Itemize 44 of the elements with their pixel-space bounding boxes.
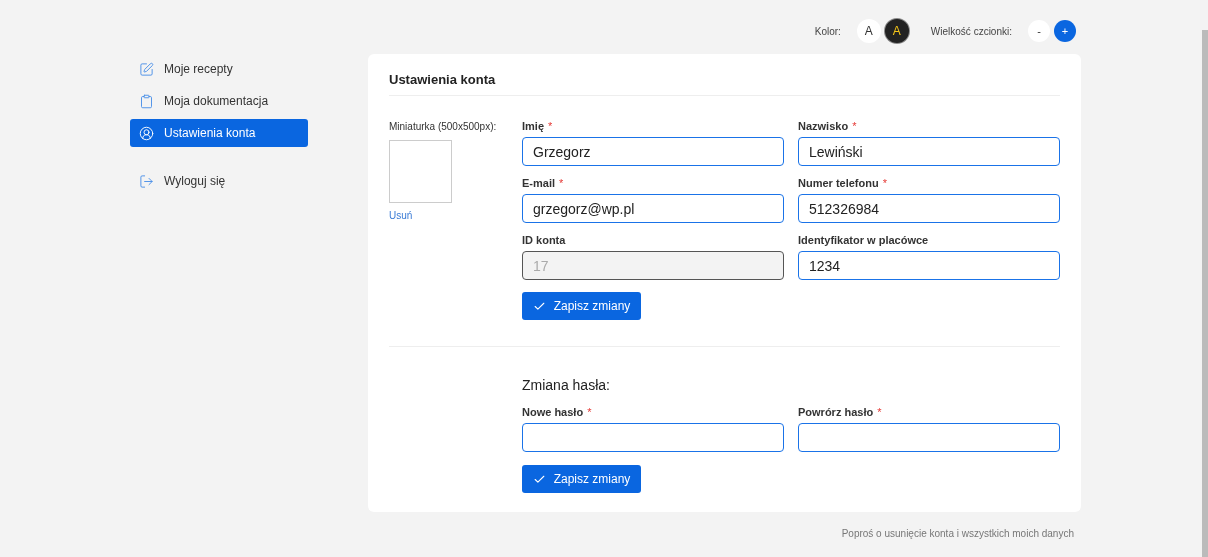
save-button[interactable]: Zapisz zmiany — [522, 465, 641, 493]
field-label: Imię — [522, 121, 544, 132]
input-field[interactable]: 512326984 — [798, 194, 1060, 223]
field-label: Powrórz hasło — [798, 407, 874, 418]
delete-account-link[interactable]: Poproś o usunięcie konta i wszystkich moich danych — [841, 526, 1074, 541]
field-label: E-mail — [522, 178, 555, 189]
input-field[interactable]: 1234 — [798, 251, 1060, 280]
font-size-label: Wielkość czcionki: — [930, 24, 1012, 39]
edit-icon — [139, 61, 154, 77]
required-mark: * — [559, 178, 564, 189]
remove-link[interactable]: Usuń — [389, 208, 522, 223]
color-label: Kolor: — [814, 24, 841, 39]
field-label: Nazwisko — [798, 121, 849, 132]
sidebar-item[interactable]: Ustawienia konta — [130, 119, 308, 147]
required-mark: * — [882, 178, 887, 189]
color-option[interactable]: A — [856, 19, 881, 43]
field-label: Numer telefonu — [798, 178, 879, 189]
font-increase-button[interactable]: + — [1054, 20, 1076, 42]
logout-icon — [139, 173, 154, 189]
input-field[interactable] — [798, 423, 1060, 452]
field-label: Nowe hasło — [522, 407, 584, 418]
save-button[interactable]: Zapisz zmiany — [522, 292, 641, 320]
scrollbar[interactable] — [1202, 30, 1208, 557]
user-icon — [139, 125, 154, 141]
field-label: Identyfikator w placówce — [798, 235, 929, 246]
section-title: Zmiana hasła: — [522, 376, 611, 395]
font-decrease-button[interactable]: - — [1028, 20, 1050, 42]
sidebar-item[interactable]: Moja dokumentacja — [130, 87, 308, 115]
required-mark: * — [877, 407, 882, 418]
input-field[interactable]: Grzegorz — [522, 137, 784, 166]
input-field[interactable]: Lewiński — [798, 137, 1060, 166]
clipboard-icon — [139, 93, 154, 109]
card-title: Ustawienia konta — [389, 70, 496, 89]
input-field[interactable]: grzegorz@wp.pl — [522, 194, 784, 223]
image-placeholder — [389, 140, 452, 203]
required-mark: * — [852, 121, 857, 132]
field-label: ID konta — [522, 235, 566, 246]
input-field[interactable] — [522, 423, 784, 452]
thumbnail-label: Miniaturka (500x500px): — [389, 120, 498, 134]
sidebar-item[interactable]: Moje recepty — [130, 55, 308, 83]
required-mark: * — [587, 407, 592, 418]
sidebar-item[interactable]: Wyloguj się — [130, 167, 308, 195]
color-option[interactable]: A — [884, 19, 909, 43]
required-mark: * — [548, 121, 553, 132]
